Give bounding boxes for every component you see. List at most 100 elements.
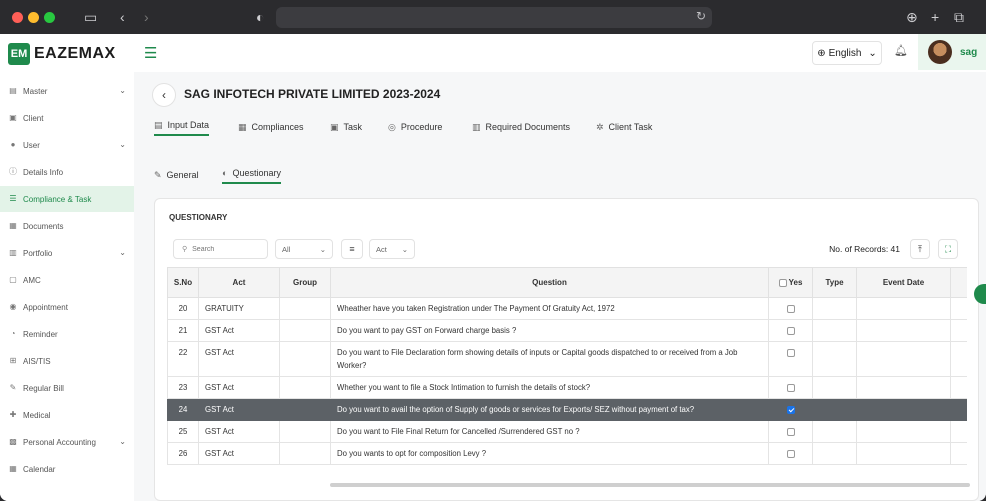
logo-mark: EM	[8, 43, 30, 65]
export-button[interactable]: ⤒	[910, 239, 930, 259]
sidebar-item-label: Medical	[23, 410, 51, 420]
sidebar-item-label: Portfolio	[23, 248, 53, 258]
yes-checkbox[interactable]	[786, 348, 795, 357]
sidebar-item-medical[interactable]: ✚ Medical	[0, 402, 134, 428]
sidebar-item-personal-accounting[interactable]: ▩ Personal Accounting ⌄	[0, 429, 134, 455]
sidebar-item-regular-bill[interactable]: ✎ Regular Bill	[0, 375, 134, 401]
sidebar-item-appointment[interactable]: ◉ Appointment	[0, 294, 134, 320]
yes-checkbox-checked[interactable]	[786, 405, 795, 414]
forward-icon[interactable]: ›	[144, 9, 149, 25]
fullscreen-button[interactable]: ⛶	[938, 239, 958, 259]
back-button[interactable]: ‹	[152, 83, 176, 107]
col-act[interactable]: Act	[198, 267, 280, 298]
download-icon[interactable]: ⊕	[906, 9, 918, 25]
close-window-button[interactable]	[12, 12, 23, 23]
status-filter-select[interactable]: All ⌄	[275, 239, 333, 259]
cell-question: Do you want to File Declaration form sho…	[330, 341, 769, 377]
sidebar-item-ais-tis[interactable]: ⊞ AIS/TIS	[0, 348, 134, 374]
sidebar-item-label: Client	[23, 113, 44, 123]
yes-checkbox[interactable]	[786, 449, 795, 458]
sidebar-item-reminder[interactable]: ◔ Reminder	[0, 321, 134, 347]
menu-toggle-icon[interactable]: ☰	[144, 44, 157, 62]
cell-spacer	[950, 297, 967, 320]
tab-task[interactable]: ▣ Task	[330, 118, 362, 136]
top-bar: EM EAZEMAX ☰ ⊕ English ⌄ 🔔︎ sag	[0, 34, 986, 72]
tab-client-task[interactable]: ✲ Client Task	[596, 118, 652, 136]
horizontal-scrollbar[interactable]	[330, 483, 970, 487]
language-select[interactable]: ⊕ English ⌄	[812, 41, 882, 65]
tabs-overview-icon[interactable]: ⧉	[954, 9, 964, 25]
sidebar-item-label: User	[23, 140, 40, 150]
table-row[interactable]: 25 GST Act Do you want to File Final Ret…	[167, 420, 967, 443]
chevron-down-icon: ⌄	[119, 140, 126, 149]
sidebar-item-client[interactable]: ▣ Client	[0, 105, 134, 131]
reload-icon[interactable]: ↻	[696, 9, 706, 23]
reminder-icon: ◔	[10, 329, 16, 338]
tab-compliances[interactable]: ▦ Compliances	[238, 118, 304, 136]
tab-procedure[interactable]: ◎ Procedure	[388, 118, 442, 136]
cell-sno: 21	[167, 319, 199, 342]
back-icon[interactable]: ‹	[120, 9, 125, 25]
tab-input-data[interactable]: ▤ Input Data	[154, 118, 210, 136]
sidebar-item-portfolio[interactable]: ▥ Portfolio ⌄	[0, 240, 134, 266]
cell-question: Wheather have you taken Registration und…	[330, 297, 769, 320]
col-yes[interactable]: Yes	[768, 267, 813, 298]
tab-label: General	[166, 170, 199, 180]
yes-checkbox[interactable]	[786, 383, 795, 392]
act-filter-select[interactable]: Act ⌄	[369, 239, 415, 259]
address-bar[interactable]: ↻	[276, 7, 712, 28]
sidebar-item-calendar[interactable]: ▦ Calendar	[0, 456, 134, 482]
col-group[interactable]: Group	[279, 267, 331, 298]
cell-sno: 23	[167, 376, 199, 399]
cell-group	[279, 297, 331, 320]
col-event-date[interactable]: Event Date	[856, 267, 951, 298]
select-all-checkbox[interactable]	[778, 278, 787, 287]
chevron-down-icon: ⌄	[119, 86, 126, 95]
sidebar-item-compliance-task[interactable]: ☰ Compliance & Task	[0, 186, 134, 212]
table-row[interactable]: 22 GST Act Do you want to File Declarati…	[167, 341, 967, 377]
tab-questionary[interactable]: ◐ Questionary	[222, 166, 281, 184]
yes-checkbox[interactable]	[786, 427, 795, 436]
sidebar-toggle-icon[interactable]: ▭	[84, 9, 97, 25]
sidebar-item-label: Details Info	[23, 167, 64, 177]
yes-checkbox[interactable]	[786, 304, 795, 313]
search-input[interactable]	[192, 245, 253, 253]
sidebar-item-details-info[interactable]: ⓘ Details Info	[0, 159, 134, 185]
sidebar-item-documents[interactable]: ▦ Documents	[0, 213, 134, 239]
tab-general[interactable]: ✎ General	[154, 166, 199, 184]
questionary-table-container[interactable]: S.No Act Group Question Yes Type Event D…	[167, 267, 967, 487]
sidebar-item-user[interactable]: ● User ⌄	[0, 132, 134, 158]
yes-checkbox[interactable]	[786, 326, 795, 335]
tab-required-documents[interactable]: ▥ Required Documents	[472, 118, 570, 136]
database-icon: ▤	[9, 86, 17, 95]
table-header-row: S.No Act Group Question Yes Type Event D…	[167, 267, 967, 298]
table-row-selected[interactable]: 24 GST Act Do you want to avail the opti…	[167, 398, 967, 421]
sidebar-item-amc[interactable]: ▢ AMC	[0, 267, 134, 293]
shield-icon[interactable]: ◐	[256, 9, 264, 25]
cell-act: GST Act	[198, 420, 280, 443]
col-question[interactable]: Question	[330, 267, 769, 298]
table-row[interactable]: 20 GRATUITY Wheather have you taken Regi…	[167, 297, 967, 320]
appointment-icon: ◉	[9, 302, 17, 311]
search-box[interactable]: ⚲	[173, 239, 268, 259]
table-row[interactable]: 23 GST Act Whether you want to file a St…	[167, 376, 967, 399]
minimize-window-button[interactable]	[28, 12, 39, 23]
card-title: QUESTIONARY	[169, 213, 228, 222]
maximize-window-button[interactable]	[44, 12, 55, 23]
col-sno[interactable]: S.No	[167, 267, 199, 298]
filter-button[interactable]: ≡	[341, 239, 363, 259]
tab-label: Procedure	[400, 122, 443, 132]
new-tab-icon[interactable]: +	[931, 9, 939, 25]
sidebar: ▤ Master ⌄ ▣ Client ● User ⌄ ⓘ Details Info ☰ C…	[0, 78, 134, 501]
table-row[interactable]: 21 GST Act Do you want to pay GST on For…	[167, 319, 967, 342]
cell-sno: 26	[167, 442, 199, 465]
table-row[interactable]: 26 GST Act Do you wants to opt for compo…	[167, 442, 967, 465]
cell-question: Do you want to pay GST on Forward charge…	[330, 319, 769, 342]
sidebar-item-master[interactable]: ▤ Master ⌄	[0, 78, 134, 104]
bell-icon[interactable]: 🔔︎	[894, 44, 908, 57]
chevron-down-icon: ⌄	[119, 437, 126, 446]
user-menu[interactable]: sag	[918, 34, 986, 70]
status-filter-value: All	[282, 244, 291, 254]
logo[interactable]: EM EAZEMAX	[8, 42, 116, 66]
col-type[interactable]: Type	[812, 267, 857, 298]
